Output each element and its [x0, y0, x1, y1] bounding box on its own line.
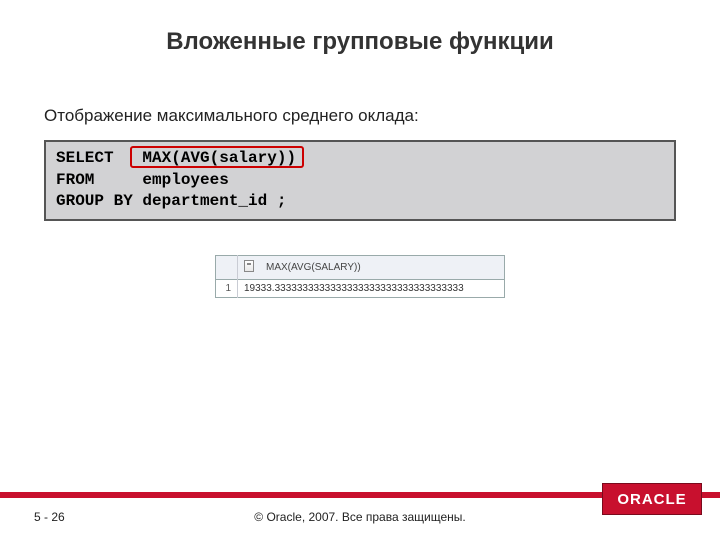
slide-footer: 5 - 26 © Oracle, 2007. Все права защищен…	[0, 492, 720, 540]
oracle-logo: ORACLE	[602, 483, 702, 515]
code-line-1: SELECT MAX(AVG(salary))	[56, 148, 664, 170]
row-number: 1	[216, 279, 238, 297]
result-data-row: 1 19333.33333333333333333333333333333333…	[216, 279, 505, 297]
query-result-table: MAX(AVG(SALARY)) 1 19333.333333333333333…	[215, 255, 505, 298]
subtitle-text: Отображение максимального среднего оклад…	[44, 106, 720, 126]
column-type-icon	[238, 255, 261, 279]
column-header: MAX(AVG(SALARY))	[260, 255, 505, 279]
code-line-2: FROM employees	[56, 170, 664, 192]
code-line-3: GROUP BY department_id ;	[56, 191, 664, 213]
page-number: 5 - 26	[34, 510, 65, 524]
result-value: 19333.3333333333333333333333333333333333	[238, 279, 505, 297]
header-blank	[216, 255, 238, 279]
sql-code-block: SELECT MAX(AVG(salary)) FROM employees G…	[44, 140, 676, 221]
result-header-row: MAX(AVG(SALARY))	[216, 255, 505, 279]
slide-title: Вложенные групповые функции	[0, 0, 720, 56]
copyright-text: © Oracle, 2007. Все права защищены.	[254, 510, 465, 524]
number-column-icon	[244, 260, 254, 272]
